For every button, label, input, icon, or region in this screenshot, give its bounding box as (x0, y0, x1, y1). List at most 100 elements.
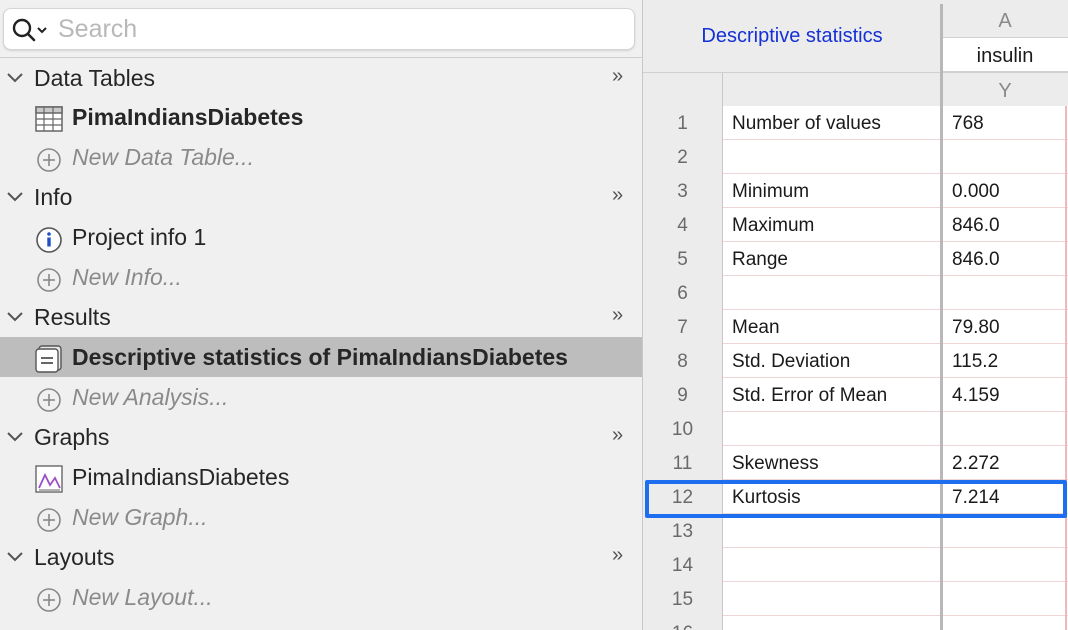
new-analysis-link[interactable]: New Analysis... (0, 377, 642, 417)
table-row[interactable]: 15 (643, 582, 1068, 616)
stat-label-cell[interactable]: Number of values (732, 106, 881, 142)
table-row[interactable]: 5 Range 846.0 (643, 242, 1068, 276)
sidebar-item-label: Descriptive statistics of PimaIndiansDia… (72, 344, 568, 370)
sidebar-item-data-table[interactable]: PimaIndiansDiabetes (0, 97, 642, 137)
row-number[interactable]: 9 (643, 378, 723, 412)
sidebar-item-graph[interactable]: PimaIndiansDiabetes (0, 457, 642, 497)
section-label: Data Tables (34, 65, 156, 91)
collapse-icon[interactable]: » (612, 65, 623, 88)
chevron-down-icon[interactable] (6, 310, 24, 324)
stat-label-cell[interactable]: Std. Deviation (732, 344, 850, 380)
results-sheet: Descriptive statistics A insulin Y 1 Numb… (642, 0, 1068, 630)
table-row[interactable]: 13 (643, 514, 1068, 548)
row-number[interactable]: 8 (643, 344, 723, 378)
table-row[interactable]: 3 Minimum 0.000 (643, 174, 1068, 208)
section-info[interactable]: Info » (0, 177, 642, 217)
label-column-header (723, 72, 941, 106)
stat-label-cell[interactable]: Mean (732, 310, 780, 346)
column-letter-header[interactable]: A (941, 0, 1068, 38)
row-number[interactable]: 6 (643, 276, 723, 310)
sidebar-item-descriptive-statistics[interactable]: Descriptive statistics of PimaIndiansDia… (0, 337, 642, 377)
section-results[interactable]: Results » (0, 297, 642, 337)
new-item-label: New Info... (72, 264, 182, 290)
stat-label-cell[interactable]: Maximum (732, 208, 814, 244)
row-number[interactable]: 13 (643, 514, 723, 548)
row-number[interactable]: 16 (643, 616, 723, 630)
search-input[interactable] (58, 13, 618, 45)
row-number[interactable]: 10 (643, 412, 723, 446)
table-row[interactable]: 14 (643, 548, 1068, 582)
new-graph-link[interactable]: New Graph... (0, 497, 642, 537)
sidebar-item-label: Project info 1 (72, 224, 207, 250)
row-header-corner (643, 72, 723, 106)
row-number[interactable]: 1 (643, 106, 723, 140)
sidebar-item-label: PimaIndiansDiabetes (72, 104, 304, 130)
new-data-table-link[interactable]: New Data Table... (0, 137, 642, 177)
chevron-down-icon[interactable] (6, 550, 24, 564)
column-divider (940, 4, 943, 630)
stat-value-cell[interactable]: 846.0 (952, 208, 1000, 244)
search-field[interactable] (3, 8, 635, 50)
data-table-icon (35, 106, 63, 132)
row-number[interactable]: 11 (643, 446, 723, 480)
row-number[interactable]: 3 (643, 174, 723, 208)
search-bar (0, 0, 642, 58)
stat-label-cell[interactable]: Range (732, 242, 788, 278)
stat-value-cell[interactable]: 79.80 (952, 310, 1000, 346)
collapse-icon[interactable]: » (612, 424, 623, 447)
section-layouts[interactable]: Layouts » (0, 537, 642, 577)
stat-value-cell[interactable]: 115.2 (952, 344, 998, 380)
sidebar-item-label: PimaIndiansDiabetes (72, 464, 290, 490)
column-name-header[interactable]: insulin (941, 38, 1068, 72)
collapse-icon[interactable]: » (612, 184, 623, 207)
stat-value-cell[interactable]: 7.214 (952, 480, 1000, 516)
section-data-tables[interactable]: Data Tables » (0, 57, 642, 97)
add-circle-icon (37, 388, 61, 412)
stat-label-cell[interactable]: Minimum (732, 174, 809, 210)
table-row[interactable]: 7 Mean 79.80 (643, 310, 1068, 344)
row-number[interactable]: 12 (643, 480, 723, 514)
stat-value-cell[interactable]: 0.000 (952, 174, 1000, 210)
stat-value-cell[interactable]: 4.159 (952, 378, 1000, 414)
graph-icon (35, 465, 63, 493)
table-row[interactable]: 6 (643, 276, 1068, 310)
row-number[interactable]: 14 (643, 548, 723, 582)
chevron-down-icon[interactable] (6, 430, 24, 444)
row-number[interactable]: 2 (643, 140, 723, 174)
table-row[interactable]: 11 Skewness 2.272 (643, 446, 1068, 480)
search-icon[interactable] (12, 17, 54, 43)
collapse-icon[interactable]: » (612, 544, 623, 567)
sheet-title[interactable]: Descriptive statistics (643, 0, 941, 72)
sidebar-item-project-info[interactable]: Project info 1 (0, 217, 642, 257)
table-row[interactable]: 8 Std. Deviation 115.2 (643, 344, 1068, 378)
row-number[interactable]: 7 (643, 310, 723, 344)
column-edge (1065, 106, 1067, 630)
new-item-label: New Layout... (72, 584, 213, 610)
new-info-link[interactable]: New Info... (0, 257, 642, 297)
row-number[interactable]: 5 (643, 242, 723, 276)
row-number[interactable]: 4 (643, 208, 723, 242)
chevron-down-icon[interactable] (6, 190, 24, 204)
stat-value-cell[interactable]: 846.0 (952, 242, 1000, 278)
table-row[interactable]: 12 Kurtosis 7.214 (643, 480, 1068, 514)
section-label: Layouts (34, 544, 115, 570)
table-row[interactable]: 2 (643, 140, 1068, 174)
section-graphs[interactable]: Graphs » (0, 417, 642, 457)
stat-value-cell[interactable]: 2.272 (952, 446, 1000, 482)
table-row[interactable]: 1 Number of values 768 (643, 106, 1068, 140)
table-row[interactable]: 9 Std. Error of Mean 4.159 (643, 378, 1068, 412)
stat-label-cell[interactable]: Skewness (732, 446, 819, 482)
stat-label-cell[interactable]: Std. Error of Mean (732, 378, 887, 414)
table-row[interactable]: 16 (643, 616, 1068, 630)
chevron-down-icon[interactable] (6, 71, 24, 85)
new-layout-link[interactable]: New Layout... (0, 577, 642, 617)
table-row[interactable]: 4 Maximum 846.0 (643, 208, 1068, 242)
add-circle-icon (37, 148, 61, 172)
stat-label-cell[interactable]: Kurtosis (732, 480, 801, 516)
add-circle-icon (37, 268, 61, 292)
row-number[interactable]: 15 (643, 582, 723, 616)
table-row[interactable]: 10 (643, 412, 1068, 446)
section-label: Graphs (34, 424, 110, 450)
stat-value-cell[interactable]: 768 (952, 106, 984, 142)
collapse-icon[interactable]: » (612, 304, 623, 327)
